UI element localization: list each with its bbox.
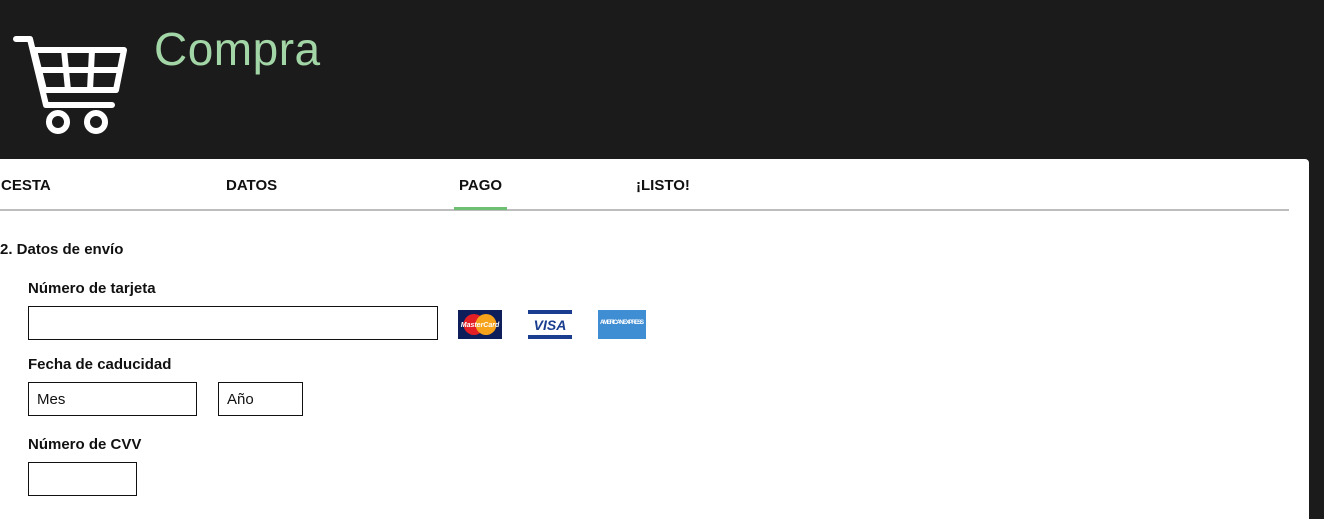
- card-number-label: Número de tarjeta: [28, 280, 156, 297]
- expiry-month-input[interactable]: [28, 382, 197, 416]
- expiry-label: Fecha de caducidad: [28, 356, 172, 373]
- tab-cesta[interactable]: CESTA: [1, 177, 51, 194]
- cvv-input[interactable]: [28, 462, 137, 496]
- page-title: Compra: [154, 23, 321, 75]
- expiry-year-input[interactable]: [218, 382, 303, 416]
- header: Compra: [0, 0, 1324, 160]
- amex-icon: AMERICAN EXPRESS: [598, 310, 646, 339]
- tab-pago[interactable]: PAGO: [453, 177, 508, 210]
- svg-text:VISA: VISA: [534, 317, 567, 333]
- mastercard-icon: MasterCard: [458, 310, 502, 339]
- svg-text:AMERICAN EXPRESS: AMERICAN EXPRESS: [600, 320, 644, 326]
- checkout-steps: CESTA DATOS PAGO ¡LISTO!: [0, 159, 1289, 211]
- visa-icon: VISA: [528, 310, 572, 339]
- cvv-label: Número de CVV: [28, 436, 142, 453]
- section-title: 2. Datos de envío: [0, 241, 124, 258]
- checkout-panel: CESTA DATOS PAGO ¡LISTO! 2. Datos de env…: [0, 159, 1309, 519]
- svg-text:MasterCard: MasterCard: [461, 322, 500, 329]
- tab-datos[interactable]: DATOS: [226, 177, 277, 194]
- card-number-input[interactable]: [28, 306, 438, 340]
- tab-listo[interactable]: ¡LISTO!: [636, 177, 690, 194]
- shopping-cart-icon: [13, 36, 127, 134]
